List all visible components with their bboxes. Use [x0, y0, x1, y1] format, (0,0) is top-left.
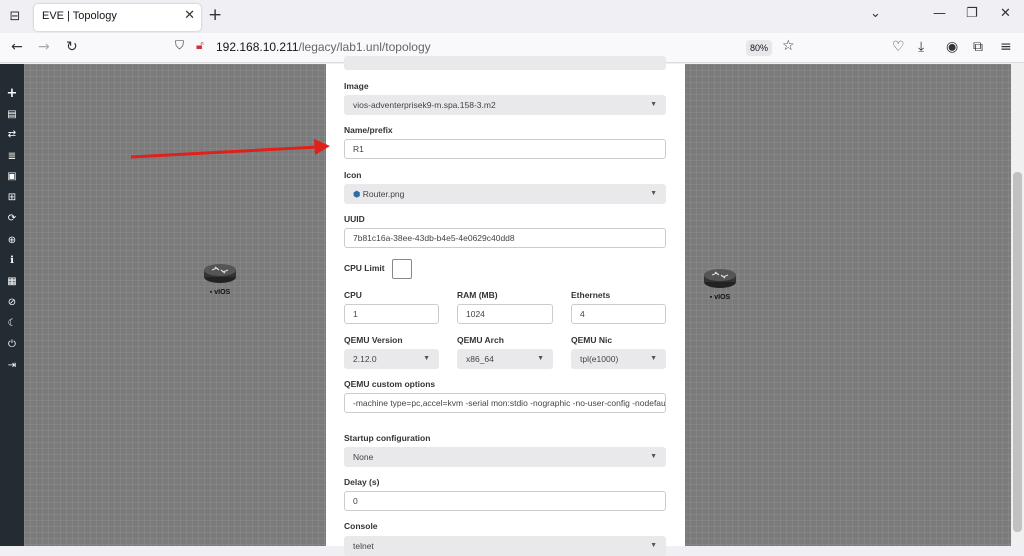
- annotation-arrow: [130, 139, 330, 159]
